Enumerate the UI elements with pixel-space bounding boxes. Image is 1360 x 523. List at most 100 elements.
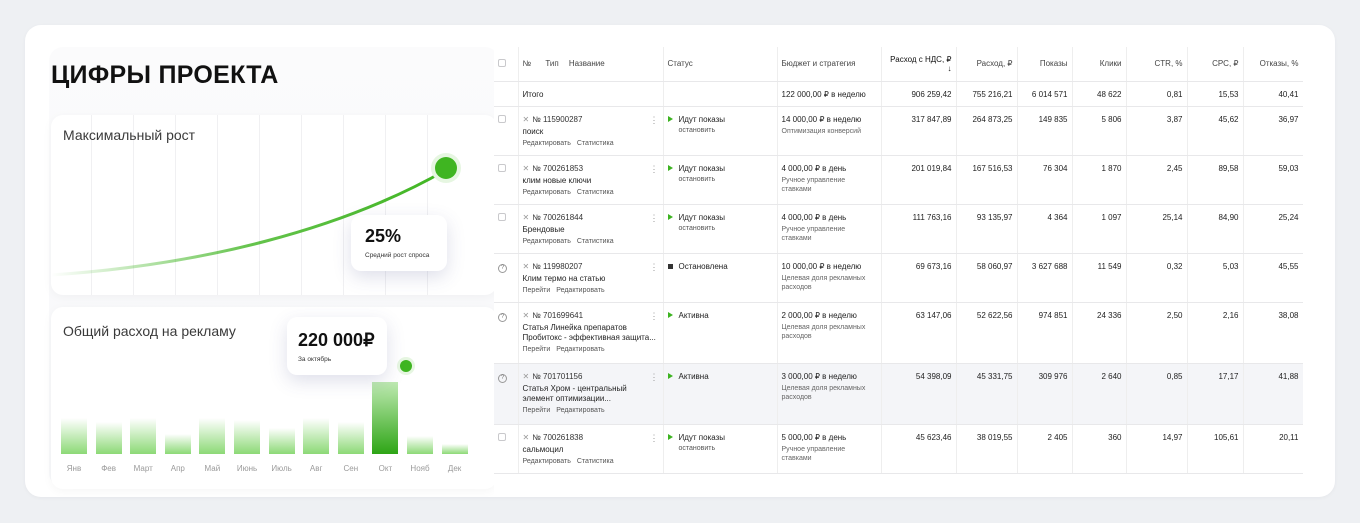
row-link[interactable]: Статистика [577,458,614,465]
row-link[interactable]: Перейти [523,407,551,414]
play-icon [667,311,673,318]
campaign-name-line[interactable]: Брендовые [523,225,659,235]
select-all-checkbox[interactable] [494,47,519,82]
header-name[interactable]: № Тип Название [518,47,664,82]
campaign-name-line[interactable]: Клим термо на статью [523,274,659,284]
spend-bar [303,418,330,454]
table-row[interactable]: ⋮ ✕ № 115900287 поиск Редактировать Статис… [494,106,1303,156]
total-spend: 755 216,21 [956,81,1018,107]
campaign-name-line[interactable]: Пробитокс - эффективная защита... [523,333,659,343]
strategy-line: расходов [781,283,812,291]
budget-value: 14 000,00 ₽ в неделю [781,114,862,124]
more-icon[interactable]: ⋮ [650,262,659,273]
campaign-name-line[interactable]: клим новые ключи [523,176,659,186]
growth-badge-caption: Средний рост спроса [365,252,430,259]
row-link[interactable]: Перейти [523,346,551,353]
spend-bar [407,436,433,454]
more-icon[interactable]: ⋮ [650,164,659,175]
spend-bar [61,418,87,454]
campaign-id: № 700261853 [532,163,584,173]
cell-impressions: 974 851 [1017,302,1073,364]
table-row[interactable]: ? ⋮ ✕ № 119980207 Клим термо на статью Пе… [494,253,1303,303]
cell-bounces: 20,11 [1243,424,1303,474]
header-budget[interactable]: Бюджет и стратегия [777,47,882,82]
campaign-type-icon: ✕ [522,371,530,381]
status-label: Идут показы [678,114,726,124]
campaign-name-line[interactable]: Статья Хром - центральный [523,384,659,394]
row-link[interactable]: Редактировать [556,346,604,353]
cell-cpc: 105,61 [1187,424,1244,474]
more-icon[interactable]: ⋮ [650,372,659,383]
help-icon[interactable]: ? [498,312,507,322]
total-impressions: 6 014 571 [1017,81,1073,107]
budget-value: 5 000,00 ₽ в день [781,432,847,442]
campaigns-table: № Тип Название Статус Бюджет и стратегия… [494,47,1303,474]
table-row[interactable]: ⋮ ✕ № 700261844 Брендовые Редактировать Ст… [494,204,1303,254]
help-icon[interactable]: ? [498,263,507,273]
row-link[interactable]: Редактировать [523,189,571,196]
row-checkbox[interactable] [498,114,506,123]
row-link[interactable]: Статистика [577,140,614,147]
header-spend[interactable]: Расход, ₽ [956,47,1018,82]
campaign-name-line[interactable]: поиск [523,127,659,137]
cell-spend-vat: 45 623,46 [881,424,957,474]
header-impressions[interactable]: Показы [1017,47,1073,82]
campaign-id: № 700261844 [532,212,584,222]
row-link[interactable]: Редактировать [523,140,571,147]
row-checkbox[interactable] [498,432,506,441]
row-link[interactable]: Редактировать [556,407,604,414]
status-label: Остановлена [678,261,728,271]
header-bounces[interactable]: Отказы, % [1243,47,1303,82]
table-row[interactable]: ? ⋮ ✕ № 701699641 Статья Линейка препарат… [494,302,1303,364]
row-checkbox[interactable] [498,163,506,172]
stop-link[interactable]: остановить [679,176,773,183]
ad-spend-badge-value: 220 000₽ [298,330,375,350]
table-row[interactable]: ? ⋮ ✕ № 701701156 Статья Хром - центральн… [494,363,1303,425]
more-icon[interactable]: ⋮ [650,311,659,322]
row-link[interactable]: Редактировать [523,458,571,465]
cell-spend: 58 060,97 [956,253,1018,303]
more-icon[interactable]: ⋮ [650,213,659,224]
row-link[interactable]: Перейти [523,287,551,294]
campaign-id: № 701699641 [532,310,584,320]
campaign-name-line[interactable]: сальмоцил [523,445,659,455]
campaign-type-icon: ✕ [522,310,530,320]
header-cpc[interactable]: CPC, ₽ [1187,47,1244,82]
header-spend-vat[interactable]: Расход с НДС, ₽ ↓ [881,47,957,82]
help-icon[interactable]: ? [498,373,507,383]
play-icon [667,213,673,220]
cell-ctr: 3,87 [1126,106,1188,156]
cell-spend-vat: 201 019,84 [881,155,957,205]
header-num: № [522,59,532,69]
stop-link[interactable]: остановить [679,445,773,452]
more-icon[interactable]: ⋮ [650,433,659,444]
cell-impressions: 76 304 [1017,155,1073,205]
strategy-line: Целевая доля рекламных [781,274,866,282]
stop-link[interactable]: остановить [679,225,773,232]
header-clicks[interactable]: Клики [1072,47,1127,82]
growth-badge-value: 25% [365,226,402,246]
total-budget: 122 000,00 ₽ в неделю [777,81,882,107]
header-ctr[interactable]: CTR, % [1126,47,1188,82]
row-link[interactable]: Статистика [577,238,614,245]
stop-link[interactable]: остановить [679,127,773,134]
campaign-type-icon: ✕ [522,261,530,271]
campaign-name-line[interactable]: Статья Линейка препаратов [523,323,659,333]
cell-impressions: 2 405 [1017,424,1073,474]
campaign-name-line[interactable]: элемент оптимизации... [523,394,659,404]
cell-clicks: 360 [1072,424,1127,474]
ad-spend-card-heading: Общий расход на рекламу [63,323,236,339]
header-status[interactable]: Статус [663,47,778,82]
table-row[interactable]: ⋮ ✕ № 700261838 сальмоцил Редактировать Ст… [494,424,1303,474]
cell-cpc: 2,16 [1187,302,1244,364]
table-row[interactable]: ⋮ ✕ № 700261853 клим новые ключи Редактир… [494,155,1303,205]
cell-spend-vat: 54 398,09 [881,363,957,425]
total-bounces: 40,41 [1243,81,1303,107]
row-link[interactable]: Редактировать [556,287,604,294]
more-icon[interactable]: ⋮ [650,115,659,126]
row-checkbox[interactable] [498,212,506,221]
row-link[interactable]: Статистика [577,189,614,196]
status-label: Идут показы [678,163,726,173]
row-link[interactable]: Редактировать [523,238,571,245]
strategy-line: ставками [781,234,812,242]
